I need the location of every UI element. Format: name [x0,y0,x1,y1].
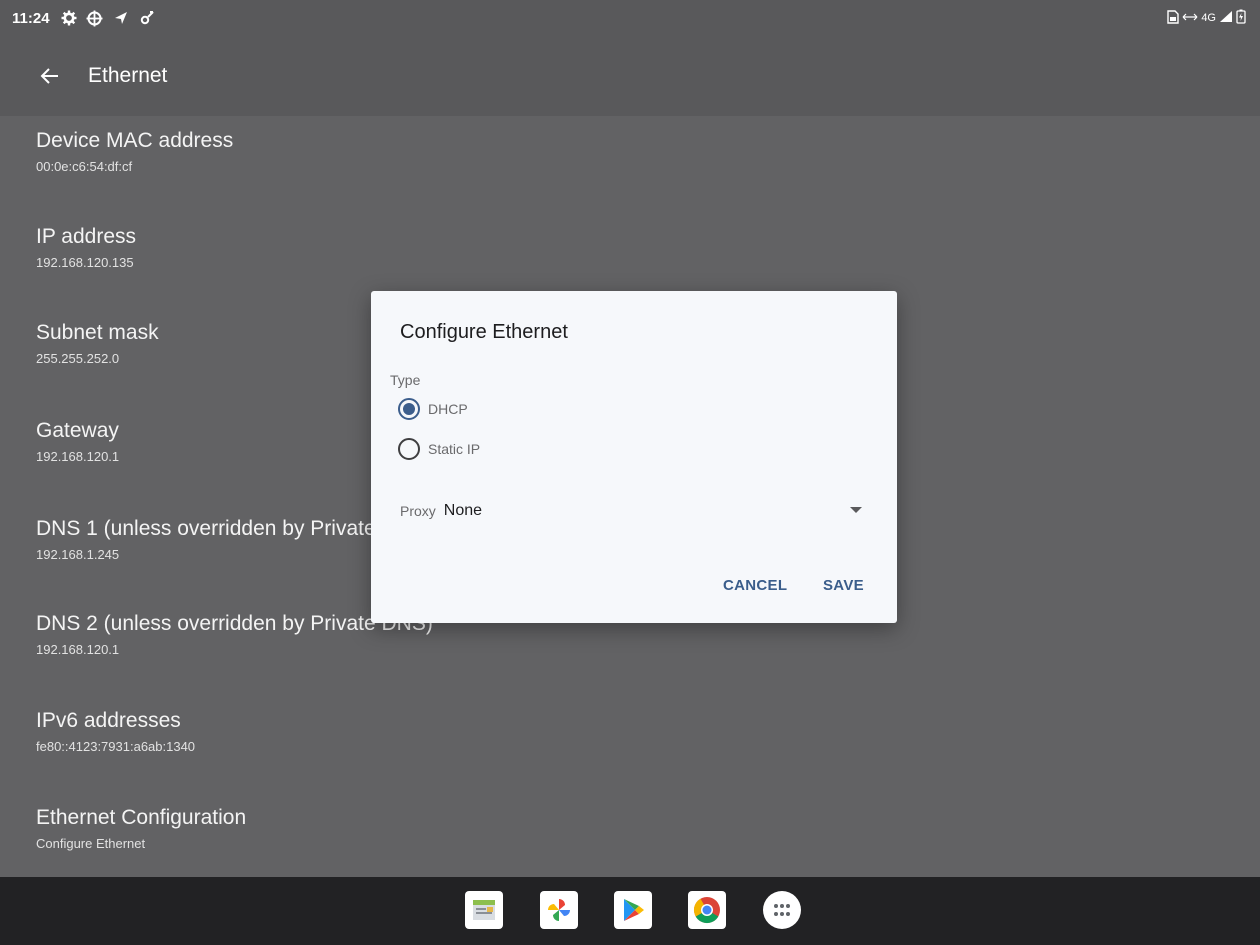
setting-device-mac-address[interactable]: Device MAC address 00:0e:c6:54:df:cf [36,128,1226,176]
taskbar [0,877,1260,945]
save-button[interactable]: SAVE [823,577,864,594]
proxy-label: Proxy [400,503,436,519]
proxy-dropdown[interactable]: Proxy None [400,500,862,522]
setting-summary: fe80::4123:7931:a6ab:1340 [36,739,196,754]
network-type-label: 4G [1201,12,1216,24]
radio-button[interactable] [398,438,420,460]
top-app-bar: Ethernet [0,36,1260,116]
configure-ethernet-dialog: Configure Ethernet Type DHCP Static IP P… [371,291,897,623]
radio-label: Static IP [428,441,481,457]
sim-card-icon [1167,9,1180,27]
dialog-title: Configure Ethernet [400,321,568,343]
setting-summary: 00:0e:c6:54:df:cf [36,159,133,174]
type-label: Type [390,372,421,388]
setting-title: Ethernet Configuration [36,806,247,829]
settings-gear-icon [60,9,78,27]
page-title: Ethernet [88,64,168,87]
app-drawer-icon[interactable] [763,891,801,929]
proxy-selected-value: None [443,502,483,519]
location-arrow-icon [112,9,130,27]
setting-summary: Configure Ethernet [36,836,146,851]
dropdown-caret-icon[interactable] [850,507,862,513]
back-arrow-icon[interactable] [26,52,74,100]
status-bar: 11:24 4G [0,0,1260,36]
crosshair-icon [86,9,104,27]
play-store-icon[interactable] [614,891,652,929]
radio-option-static-ip[interactable]: Static IP [398,438,480,460]
setting-ipv6-addresses[interactable]: IPv6 addresses fe80::4123:7931:a6ab:1340 [36,708,1226,756]
data-transfer-icon [1182,12,1198,25]
status-right-cluster: 4G [1167,9,1246,27]
setting-title: Device MAC address [36,129,234,152]
radio-option-dhcp[interactable]: DHCP [398,398,468,420]
battery-charging-icon [1236,9,1246,27]
cancel-button[interactable]: CANCEL [723,577,787,594]
setting-summary: 192.168.120.135 [36,255,134,270]
setting-ethernet-configuration[interactable]: Ethernet Configuration Configure Etherne… [36,805,1226,853]
setting-title: IP address [36,225,137,248]
status-time: 11:24 [12,9,50,27]
notes-app-icon[interactable] [465,891,503,929]
signal-strength-icon [1219,10,1233,26]
setting-title: IPv6 addresses [36,709,181,732]
setting-summary: 192.168.120.1 [36,642,120,657]
radio-button-checked[interactable] [398,398,420,420]
photos-app-icon[interactable] [540,891,578,929]
radio-label: DHCP [428,401,468,417]
setting-ip-address[interactable]: IP address 192.168.120.135 [36,224,1226,272]
tools-icon [138,9,156,27]
chrome-icon[interactable] [688,891,726,929]
